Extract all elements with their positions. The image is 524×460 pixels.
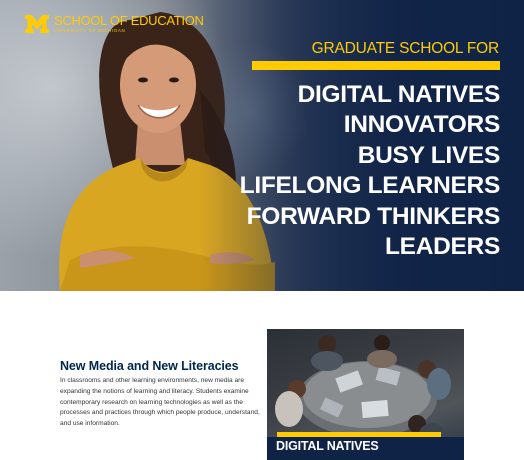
hero-banner: SCHOOL OF EDUCATION UNIVERSITY OF MICHIG… <box>0 0 524 291</box>
logo-title: SCHOOL OF EDUCATION <box>54 13 204 28</box>
hero-accent-bar <box>252 61 500 70</box>
card-label[interactable]: DIGITAL NATIVES <box>276 439 379 453</box>
hero-line: FORWARD THINKERS <box>246 202 501 230</box>
section-body: In classrooms and other learning environ… <box>60 377 260 428</box>
hero-line: INNOVATORS <box>343 111 501 139</box>
logo-wordmark: SCHOOL OF EDUCATION UNIVERSITY OF MICHIG… <box>54 13 204 34</box>
hero-line: DIGITAL NATIVES <box>297 81 501 108</box>
hero-line: LIFELONG LEARNERS <box>239 172 501 200</box>
block-m-icon <box>25 15 49 33</box>
section-title: New Media and New Literacies <box>60 359 239 373</box>
school-logo[interactable]: SCHOOL OF EDUCATION UNIVERSITY OF MICHIG… <box>25 14 204 33</box>
hero-kicker: GRADUATE SCHOOL FOR <box>311 40 500 57</box>
hero-line: LEADERS <box>385 233 500 261</box>
hero-headline: DIGITAL NATIVES INNOVATORS BUSY LIVES LI… <box>239 80 501 262</box>
hero-line: BUSY LIVES <box>357 141 501 169</box>
logo-subtitle: UNIVERSITY OF MICHIGAN <box>54 28 126 33</box>
